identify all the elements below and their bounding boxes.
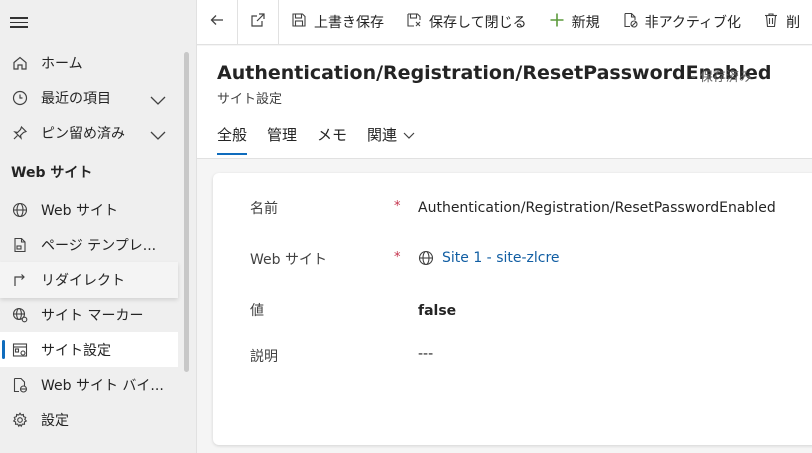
website-link-text: Site 1 - site-zlcre bbox=[442, 250, 560, 266]
open-in-new-window-icon bbox=[250, 12, 266, 32]
delete-button-label: 削 bbox=[786, 15, 801, 31]
back-button[interactable] bbox=[197, 0, 238, 45]
value-field[interactable]: false bbox=[418, 303, 456, 319]
sidebar-item-label: ページ テンプレ... bbox=[41, 237, 157, 254]
document-deactivate-icon bbox=[622, 12, 638, 32]
tab-label: 管理 bbox=[267, 126, 298, 144]
sidebar-item-home[interactable]: ホーム bbox=[0, 45, 178, 80]
tab-notes[interactable]: メモ bbox=[317, 124, 347, 155]
sidebar-item-label: サイト マーカー bbox=[41, 307, 144, 324]
save-close-icon bbox=[406, 12, 422, 32]
chevron-down-icon bbox=[403, 130, 415, 140]
trash-icon bbox=[763, 12, 779, 32]
website-label: Web サイト bbox=[250, 252, 327, 268]
gear-icon bbox=[10, 410, 30, 430]
tab-administration[interactable]: 管理 bbox=[267, 124, 297, 155]
sidebar-item-site-settings[interactable]: サイト設定 bbox=[0, 332, 178, 367]
plus-icon bbox=[549, 12, 565, 32]
sidebar-item-websites[interactable]: Web サイト bbox=[0, 192, 178, 227]
value-label: 値 bbox=[250, 303, 264, 319]
website-lookup-link[interactable]: Site 1 - site-zlcre bbox=[418, 250, 560, 266]
record-header: Authentication/Registration/ResetPasswor… bbox=[197, 46, 812, 159]
sidebar-item-pinned[interactable]: ピン留め済み bbox=[0, 115, 178, 150]
sidebar-item-settings[interactable]: 設定 bbox=[0, 402, 178, 437]
deactivate-button[interactable]: 非アクティブ化 bbox=[610, 0, 751, 45]
save-button-label: 上書き保存 bbox=[314, 15, 384, 31]
name-field[interactable]: Authentication/Registration/ResetPasswor… bbox=[418, 200, 776, 216]
globe-settings-icon bbox=[10, 305, 30, 325]
save-button[interactable]: 上書き保存 bbox=[279, 0, 394, 45]
description-field[interactable]: --- bbox=[418, 346, 433, 362]
new-button-label: 新規 bbox=[571, 15, 600, 31]
globe-icon bbox=[10, 200, 30, 220]
sidebar-item-label: ホーム bbox=[41, 55, 83, 72]
clock-icon bbox=[10, 88, 30, 108]
sidebar-item-label: ピン留め済み bbox=[41, 125, 125, 142]
sidebar-item-page-templates[interactable]: ページ テンプレ... bbox=[0, 227, 178, 262]
delete-button[interactable]: 削 bbox=[751, 0, 810, 45]
chevron-down-icon[interactable] bbox=[150, 126, 166, 145]
pin-icon bbox=[10, 123, 30, 143]
settings-form-icon bbox=[10, 340, 30, 360]
globe-document-icon bbox=[10, 375, 30, 395]
chevron-down-icon[interactable] bbox=[150, 91, 166, 110]
hamburger-menu-icon[interactable] bbox=[10, 14, 28, 32]
open-in-new-window-button[interactable] bbox=[238, 0, 279, 45]
sidebar-item-label: Web サイト bbox=[41, 202, 118, 219]
tab-related[interactable]: 関連 bbox=[367, 124, 415, 155]
sidebar-item-label: リダイレクト bbox=[41, 272, 125, 289]
form-section: 名前 * Authentication/Registration/ResetPa… bbox=[213, 173, 812, 445]
save-and-close-label: 保存して閉じる bbox=[429, 15, 527, 31]
sidebar-scrollbar[interactable] bbox=[184, 52, 189, 372]
sidebar-item-site-markers[interactable]: サイト マーカー bbox=[0, 297, 178, 332]
entity-name: サイト設定 bbox=[217, 92, 283, 107]
redirect-arrow-icon bbox=[10, 270, 30, 290]
deactivate-button-label: 非アクティブ化 bbox=[644, 15, 742, 31]
sidebar-item-website-bindings[interactable]: Web サイト バイ... bbox=[0, 367, 178, 402]
tab-label: 全般 bbox=[217, 126, 248, 144]
description-label: 説明 bbox=[250, 349, 278, 365]
save-icon bbox=[291, 12, 307, 32]
globe-icon bbox=[418, 250, 434, 266]
command-bar: 上書き保存 保存して閉じる 新規 非アクティブ化 削 bbox=[197, 0, 812, 45]
home-icon bbox=[10, 53, 30, 73]
new-button[interactable]: 新規 bbox=[537, 0, 610, 45]
sidebar-item-redirects[interactable]: リダイレクト bbox=[0, 262, 178, 297]
name-label: 名前 bbox=[250, 201, 278, 217]
sidebar: ホーム 最近の項目 ピン留め済み Web サイト Web サイト ページ テンプ… bbox=[0, 0, 197, 453]
sidebar-item-label: 設定 bbox=[41, 412, 69, 429]
save-and-close-button[interactable]: 保存して閉じる bbox=[394, 0, 537, 45]
sidebar-item-recent[interactable]: 最近の項目 bbox=[0, 80, 178, 115]
sidebar-item-label: サイト設定 bbox=[41, 342, 111, 359]
sidebar-section-header: Web サイト bbox=[11, 165, 93, 181]
arrow-left-icon bbox=[209, 12, 225, 32]
save-status: - 保存済み bbox=[691, 70, 752, 85]
tab-label: 関連 bbox=[367, 126, 398, 144]
tab-list: 全般 管理 メモ 関連 bbox=[217, 124, 435, 155]
tab-label: メモ bbox=[317, 126, 348, 144]
sidebar-item-label: 最近の項目 bbox=[41, 90, 111, 107]
page-template-icon bbox=[10, 235, 30, 255]
sidebar-item-label: Web サイト バイ... bbox=[41, 377, 164, 394]
required-indicator: * bbox=[394, 250, 401, 265]
record-title: Authentication/Registration/ResetPasswor… bbox=[217, 62, 772, 84]
required-indicator: * bbox=[394, 199, 401, 214]
tab-general[interactable]: 全般 bbox=[217, 124, 248, 155]
